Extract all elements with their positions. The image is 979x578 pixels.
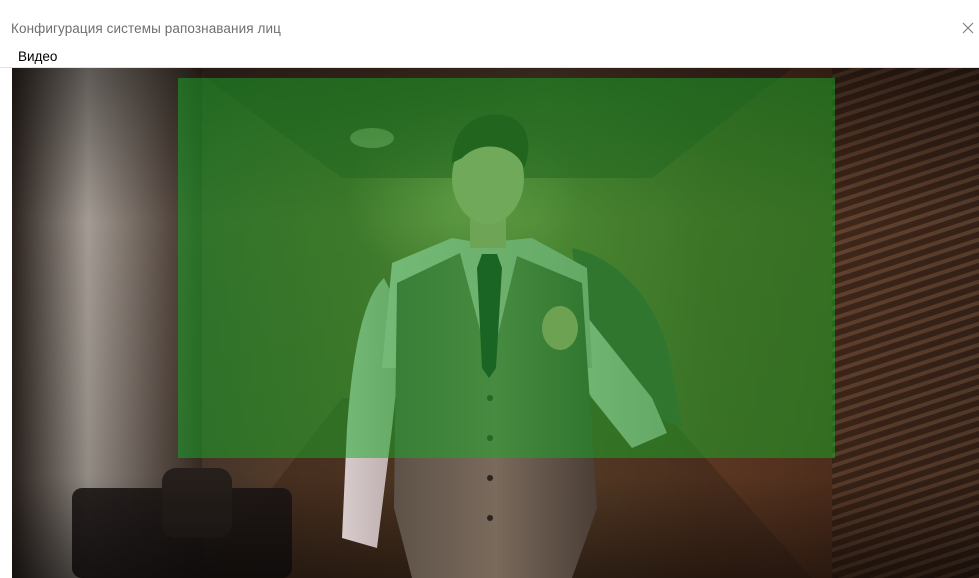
menu-item-video[interactable]: Видео <box>16 49 59 65</box>
window-title: Конфигурация системы рапознавания лиц <box>11 21 281 36</box>
video-frame <box>12 68 979 578</box>
menu-bar: Видео <box>0 46 979 68</box>
close-button[interactable] <box>957 16 979 40</box>
face-detection-region <box>178 78 835 458</box>
close-icon <box>962 22 974 34</box>
title-bar: Конфигурация системы рапознавания лиц <box>0 0 979 46</box>
app-window: Конфигурация системы рапознавания лиц Ви… <box>0 0 979 578</box>
